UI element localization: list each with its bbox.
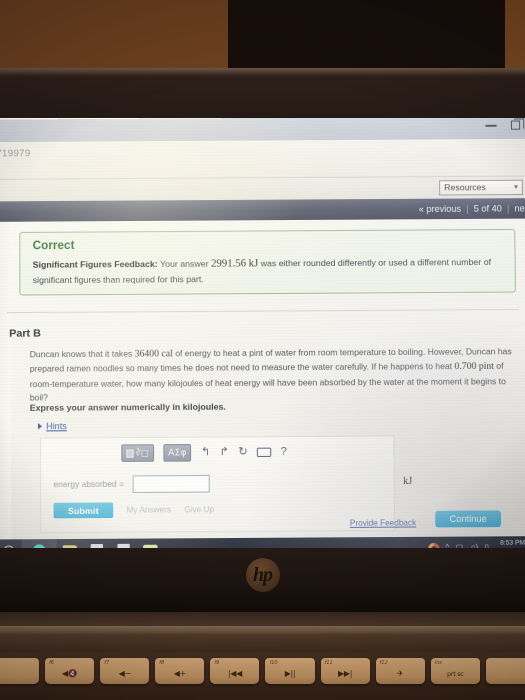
nav-separator-1: |	[466, 204, 469, 214]
hints-label: Hints	[46, 421, 67, 431]
function-key[interactable]: f10 ▶||	[265, 658, 314, 684]
answer-actions: Submit My Answers Give Up	[54, 502, 215, 519]
resources-dropdown[interactable]: Resources ▾	[439, 179, 523, 195]
function-key[interactable]: f8 ◀+	[155, 658, 204, 684]
question-value-2: 0.700 pint	[454, 362, 494, 373]
undo-icon[interactable]: ↰	[201, 447, 211, 458]
nav-separator-2: |	[507, 203, 510, 213]
page-left-margin	[0, 222, 11, 548]
store-icon[interactable]	[83, 539, 110, 548]
search-icon[interactable]	[22, 539, 57, 548]
room-wall-left	[0, 0, 230, 70]
redo-icon[interactable]: ↱	[219, 447, 229, 458]
clock-time: 8:53 PM	[500, 539, 525, 546]
keyboard-icon[interactable]	[257, 448, 271, 457]
feedback-box: Correct Significant Figures Feedback: Yo…	[19, 229, 516, 296]
laptop-hinge-highlight	[0, 626, 525, 634]
file-explorer-icon[interactable]	[57, 539, 84, 548]
math-toolbar: ∛□ ΑΣφ ↰ ↱ ↻ ?	[121, 443, 287, 462]
laptop-deck	[0, 612, 525, 656]
taskbar-clock[interactable]: 8:53 PM 6/16/2017	[495, 539, 525, 548]
cortana-icon[interactable]	[0, 539, 22, 548]
function-key-list: f5 f6 ◀🔇 f7 ◀− f8 ◀+ f9 |◀◀ f10 ▶|| f11 ▶▶| f12 ✈ inspr…	[0, 658, 525, 692]
feedback-text-before: Your answer	[158, 258, 211, 269]
function-key-glyph: ▶▶|	[338, 669, 352, 678]
room-furniture-dark	[228, 0, 525, 72]
question-text: Duncan knows that it takes 36400 cal of …	[30, 345, 514, 404]
photos-icon[interactable]	[137, 538, 164, 548]
answer-input[interactable]	[132, 475, 209, 493]
restore-button[interactable]	[511, 121, 520, 130]
function-key[interactable]: f12 ✈	[376, 658, 425, 684]
resources-bar: Resources ▾	[0, 176, 525, 202]
status-badge: Correct	[33, 237, 505, 252]
help-icon[interactable]: ?	[281, 446, 287, 457]
question-value-1: 36400 cal	[135, 349, 173, 360]
function-key-label: f6	[49, 660, 54, 666]
problem-page: Correct Significant Figures Feedback: Yo…	[0, 219, 525, 548]
function-key-label: f9	[214, 660, 219, 666]
my-answers-link[interactable]: My Answers	[127, 505, 171, 515]
provide-feedback-link[interactable]: Provide Feedback	[350, 518, 416, 528]
feedback-lead: Significant Figures Feedback	[33, 259, 155, 270]
nth-root-icon: ∛□	[136, 448, 149, 457]
question-line-1: Duncan knows that it takes	[30, 348, 135, 359]
function-key-glyph: ✈	[397, 669, 403, 678]
function-key[interactable]: f5	[0, 658, 39, 684]
function-key-label: f11	[325, 660, 333, 666]
function-key-label: f7	[104, 660, 109, 666]
function-key-glyph: ▶||	[285, 669, 296, 678]
resources-label: Resources	[444, 182, 486, 192]
amazon-icon[interactable]: a	[110, 539, 137, 548]
function-key-glyph: prt sc	[447, 670, 464, 678]
submit-button[interactable]: Submit	[54, 502, 114, 518]
system-tray: ^ ▢ ♫) ▯ 8:53 PM 6/16/2017	[428, 536, 525, 548]
window-controls	[485, 121, 520, 130]
give-up-link[interactable]: Give Up	[184, 505, 214, 515]
function-key[interactable]	[486, 658, 525, 684]
assignment-masthead: 2719979	[0, 139, 525, 179]
template-box-icon	[126, 449, 133, 457]
greek-symbols-button[interactable]: ΑΣφ	[163, 444, 192, 462]
answer-field-label: energy absorbed =	[53, 480, 123, 490]
math-template-button[interactable]: ∛□	[121, 444, 154, 462]
function-key[interactable]: ins prt sc	[431, 658, 480, 684]
previous-link[interactable]: « previous	[419, 204, 462, 214]
hints-toggle[interactable]: Hints	[38, 421, 67, 432]
hp-logo: hp	[246, 558, 280, 592]
function-key-label: f12	[380, 660, 388, 666]
feedback-text: Significant Figures Feedback: Your answe…	[33, 256, 505, 287]
chevron-down-icon: ▾	[514, 183, 518, 191]
keyboard-row: f5 f6 ◀🔇 f7 ◀− f8 ◀+ f9 |◀◀ f10 ▶|| f11 ▶▶| f12 ✈ inspr…	[0, 652, 525, 700]
function-key-glyph: ◀+	[174, 669, 186, 678]
function-key[interactable]: f7 ◀−	[100, 658, 149, 684]
minimize-button[interactable]	[485, 124, 496, 126]
photo-scene: 2719979 Resources ▾ « previous | 5 of 40…	[0, 0, 525, 700]
function-key[interactable]: f11 ▶▶|	[321, 658, 370, 684]
laptop-lid-body	[0, 80, 525, 120]
answer-instruction: Express your answer numerically in kiloj…	[30, 401, 226, 413]
section-divider	[7, 309, 519, 313]
laptop-screen: 2719979 Resources ▾ « previous | 5 of 40…	[0, 118, 525, 548]
answer-card: ∛□ ΑΣφ ↰ ↱ ↻ ? energy absorbed = kJ Subm…	[40, 435, 395, 532]
function-key-label: f8	[159, 660, 164, 666]
part-title: Part B	[9, 327, 41, 340]
assignment-id: 2719979	[0, 148, 31, 159]
continue-button[interactable]: Continue	[435, 510, 501, 527]
function-key-glyph: |◀◀	[228, 669, 242, 678]
function-key-label: ins	[435, 660, 442, 666]
triangle-right-icon	[38, 423, 42, 429]
answer-input-row: energy absorbed =	[53, 474, 395, 494]
function-key-glyph: ◀🔇	[62, 669, 78, 678]
function-key-label: f10	[269, 660, 277, 666]
reset-icon[interactable]: ↻	[238, 447, 248, 458]
problem-position: 5 of 40	[474, 203, 502, 213]
answer-unit-label: kJ	[403, 476, 412, 487]
next-link[interactable]: nex	[514, 203, 525, 213]
function-key[interactable]: f9 |◀◀	[210, 658, 259, 684]
submitted-answer-value: 2991.56 kJ	[211, 258, 258, 270]
function-key[interactable]: f6 ◀🔇	[45, 658, 94, 684]
function-key-glyph: ◀−	[119, 669, 131, 678]
greek-symbols-label: ΑΣφ	[168, 448, 186, 458]
